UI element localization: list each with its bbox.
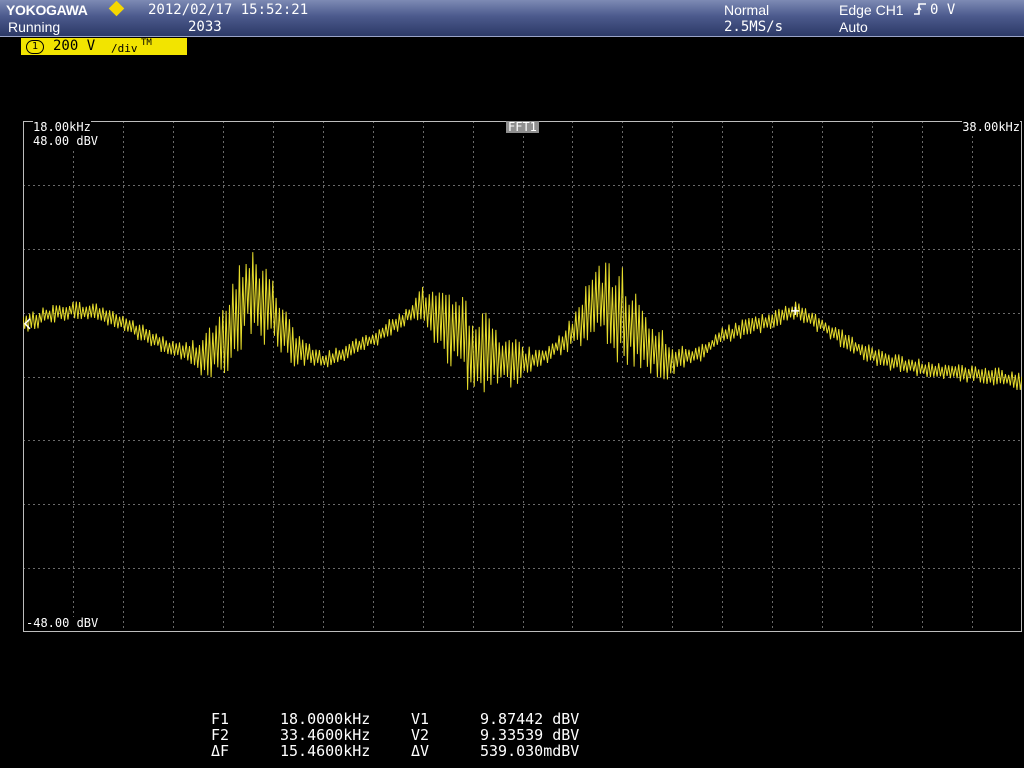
freq-start-label: 18.00kHz: [33, 120, 91, 134]
run-state: Running: [8, 19, 61, 35]
cursor-value: 9.87442 dBV: [480, 710, 580, 728]
cursor-value: 9.33539 dBV: [480, 726, 580, 744]
acquisition-count: 2033: [188, 19, 222, 35]
cursor-measurements: F1 18.0000kHz V1 9.87442 dBV F2 33.4600k…: [0, 711, 1024, 768]
cursor-value: 539.030mdBV: [480, 742, 580, 760]
trigger-level: 0 V: [930, 2, 956, 18]
trigger-source: Edge CH1: [839, 2, 904, 18]
cursor-name: ΔF: [211, 742, 230, 760]
brand-logo: YOKOGAWA: [6, 2, 88, 18]
acquisition-mode: Normal: [724, 2, 770, 18]
level-bottom-label: -48.00 dBV: [26, 616, 99, 630]
math-trace-tag: FFT1: [506, 120, 539, 134]
level-top-label: 48.00 dBV: [33, 134, 99, 148]
cursor-name: F1: [211, 710, 230, 728]
cursor-name: F2: [211, 726, 230, 744]
rising-edge-icon: [913, 2, 927, 20]
channel-number-icon: 1: [26, 40, 44, 54]
fft-plot-area[interactable]: 18.00kHz 48.00 dBV 38.00kHz -48.00 dBV F…: [23, 121, 1022, 632]
freq-stop-label: 38.00kHz: [962, 120, 1020, 134]
channel-unit: /div: [111, 42, 138, 55]
trigger-mode: Auto: [839, 19, 868, 35]
brand-diamond-icon: [108, 0, 125, 17]
cursor-value: 15.4600kHz: [280, 742, 371, 760]
channel-scale: 200 V: [53, 38, 96, 54]
cursor-name: ΔV: [411, 742, 430, 760]
cursor-value: 33.4600kHz: [280, 726, 371, 744]
channel-1-tag[interactable]: 1 200 V /div TM: [21, 38, 187, 55]
channel-suffix: TM: [141, 38, 152, 48]
fft-graticule: [23, 121, 1022, 632]
sample-rate: 2.5MS/s: [724, 19, 784, 35]
datetime: 2012/02/17 15:52:21: [148, 2, 309, 18]
status-bar: YOKOGAWA Running 2012/02/17 15:52:21 203…: [0, 0, 1024, 37]
oscilloscope-screen: YOKOGAWA Running 2012/02/17 15:52:21 203…: [0, 0, 1024, 768]
cursor-name: V2: [411, 726, 430, 744]
cursor-value: 18.0000kHz: [280, 710, 371, 728]
cursor-name: V1: [411, 710, 430, 728]
